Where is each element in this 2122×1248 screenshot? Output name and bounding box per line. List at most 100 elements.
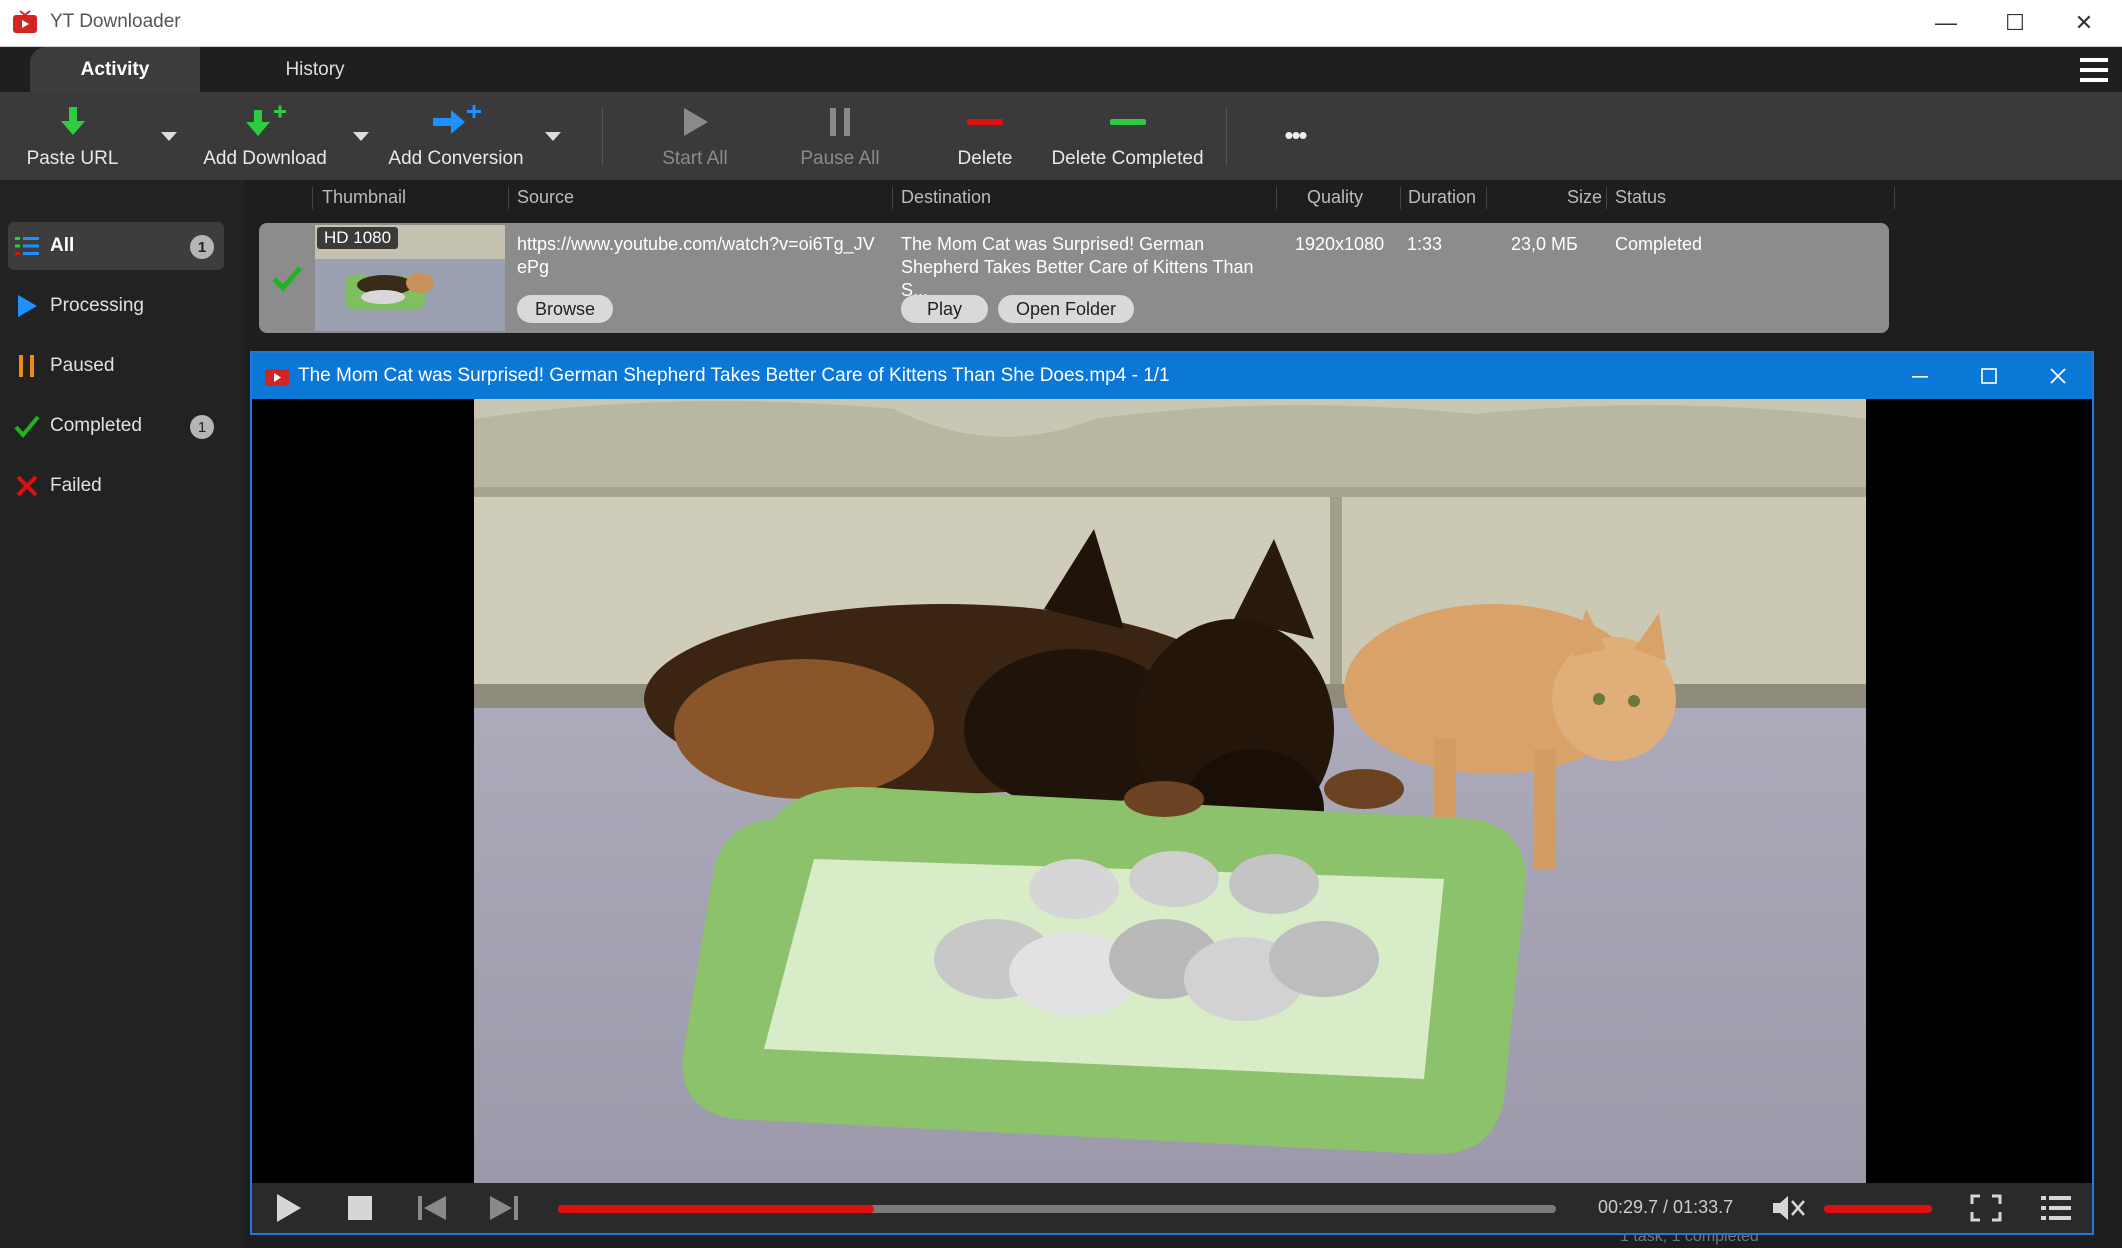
sidebar-item-label: Failed xyxy=(50,475,102,496)
add-conversion-button[interactable]: Add Conversion xyxy=(388,92,524,180)
column-header-destination[interactable]: Destination xyxy=(901,187,991,208)
play-icon xyxy=(18,295,37,317)
delete-completed-icon xyxy=(1109,119,1146,125)
video-thumbnail: HD 1080 xyxy=(315,225,505,331)
close-icon xyxy=(2050,368,2066,384)
sidebar-item-label: Paused xyxy=(50,355,115,376)
seek-bar[interactable] xyxy=(558,1205,1556,1213)
column-divider xyxy=(1486,187,1487,209)
list-icon xyxy=(15,237,39,255)
size-value: 23,0 МБ xyxy=(1511,234,1578,254)
delete-label: Delete xyxy=(957,148,1013,169)
stop-button[interactable] xyxy=(342,1192,378,1224)
destination-line: The Mom Cat was Surprised! German xyxy=(901,234,1205,254)
sidebar-item-failed[interactable]: Failed xyxy=(8,462,224,510)
video-area[interactable] xyxy=(252,399,2092,1183)
column-header-source[interactable]: Source xyxy=(517,187,574,208)
add-download-label: Add Download xyxy=(203,148,327,169)
sidebar-item-paused[interactable]: Paused xyxy=(8,342,224,390)
fullscreen-button[interactable] xyxy=(1968,1192,2004,1224)
stop-icon xyxy=(348,1196,372,1220)
duration-value: 1:33 xyxy=(1407,234,1443,254)
column-header-duration[interactable]: Duration xyxy=(1408,187,1476,208)
quality-badge: HD 1080 xyxy=(317,227,399,249)
sidebar-item-all[interactable]: All 1 xyxy=(8,222,224,270)
toolbar: Paste URL Add Download Add Conversion St… xyxy=(0,92,2122,180)
mute-button[interactable] xyxy=(1770,1192,1806,1224)
sidebar-item-processing[interactable]: Processing xyxy=(8,282,224,330)
pause-all-label: Pause All xyxy=(800,148,880,169)
add-download-button[interactable]: Add Download xyxy=(200,92,330,180)
maximize-icon: ☐ xyxy=(2005,10,2025,35)
column-divider xyxy=(1400,187,1401,209)
toolbar-separator xyxy=(1226,108,1227,166)
column-divider xyxy=(1894,187,1895,209)
add-download-icon xyxy=(246,105,286,136)
table-row[interactable]: HD 1080 https://www.youtube.com/watch?v=… xyxy=(259,223,1889,333)
add-download-dropdown-caret[interactable] xyxy=(353,132,369,141)
app-logo-icon xyxy=(13,10,37,33)
column-divider xyxy=(508,187,509,209)
speaker-muted-icon xyxy=(1773,1196,1805,1220)
skip-previous-icon xyxy=(418,1196,446,1220)
next-button[interactable] xyxy=(486,1192,522,1224)
column-divider xyxy=(312,187,313,209)
previous-button[interactable] xyxy=(414,1192,450,1224)
delete-completed-button[interactable]: Delete Completed xyxy=(1050,92,1205,180)
skip-next-icon xyxy=(490,1196,518,1220)
player-title: The Mom Cat was Surprised! German Shephe… xyxy=(298,365,1170,386)
playlist-button[interactable] xyxy=(2038,1192,2074,1224)
maximize-button[interactable]: ☐ xyxy=(1981,0,2049,46)
column-divider xyxy=(892,187,893,209)
seek-bar-progress xyxy=(558,1205,875,1213)
playlist-icon xyxy=(2041,1196,2071,1220)
play-icon xyxy=(684,108,708,136)
video-player-window: The Mom Cat was Surprised! German Shephe… xyxy=(250,351,2094,1235)
close-button[interactable]: ✕ xyxy=(2050,0,2118,46)
more-options-icon[interactable]: ••• xyxy=(1270,120,1320,150)
player-controls: 00:29.7 / 01:33.7 xyxy=(252,1183,2092,1233)
play-button[interactable]: Play xyxy=(901,295,989,323)
minimize-icon: — xyxy=(1935,10,1957,35)
player-close-button[interactable] xyxy=(2024,353,2092,399)
source-url-line: https://www.youtube.com/watch?v=oi6Tg_JV xyxy=(517,234,875,254)
column-header-thumbnail[interactable]: Thumbnail xyxy=(322,187,406,208)
checkmark-icon xyxy=(272,266,302,292)
play-icon xyxy=(277,1194,301,1222)
add-conversion-label: Add Conversion xyxy=(388,148,524,169)
player-minimize-button[interactable] xyxy=(1886,353,1954,399)
destination-filename: The Mom Cat was Surprised! German Shephe… xyxy=(901,233,1281,302)
source-url: https://www.youtube.com/watch?v=oi6Tg_JV… xyxy=(517,233,887,279)
sidebar-item-completed[interactable]: Completed 1 xyxy=(8,402,224,450)
maximize-icon xyxy=(1981,368,1997,384)
column-header-status[interactable]: Status xyxy=(1615,187,1666,208)
paste-url-dropdown-caret[interactable] xyxy=(161,132,177,141)
start-all-button[interactable]: Start All xyxy=(645,92,745,180)
column-header-quality[interactable]: Quality xyxy=(1307,187,1363,208)
add-conversion-icon xyxy=(433,105,481,134)
source-url-line: ePg xyxy=(517,257,550,277)
column-divider xyxy=(1606,187,1607,209)
video-frame xyxy=(474,399,1866,1183)
sidebar-item-label: Processing xyxy=(50,295,144,316)
volume-slider[interactable] xyxy=(1824,1205,1932,1213)
app-title: YT Downloader xyxy=(50,11,181,32)
player-title-bar: The Mom Cat was Surprised! German Shephe… xyxy=(252,353,2092,399)
tab-history[interactable]: History xyxy=(230,47,400,92)
delete-minus-icon xyxy=(967,119,1003,125)
open-folder-button[interactable]: Open Folder xyxy=(998,295,1135,323)
pause-all-button[interactable]: Pause All xyxy=(790,92,890,180)
play-button[interactable] xyxy=(270,1192,306,1224)
column-header-size[interactable]: Size xyxy=(1567,187,1602,208)
delete-button[interactable]: Delete xyxy=(935,92,1035,180)
minimize-button[interactable]: — xyxy=(1912,0,1980,46)
toolbar-separator xyxy=(602,108,603,166)
tab-activity[interactable]: Activity xyxy=(30,47,200,92)
sidebar: All 1 Processing Paused Completed 1 Fail… xyxy=(0,180,244,1248)
sidebar-item-label: All xyxy=(50,235,75,256)
hamburger-menu-icon[interactable] xyxy=(2078,55,2110,85)
player-maximize-button[interactable] xyxy=(1955,353,2023,399)
browse-button[interactable]: Browse xyxy=(517,295,614,323)
paste-url-button[interactable]: Paste URL xyxy=(20,92,125,180)
add-conversion-dropdown-caret[interactable] xyxy=(545,132,561,141)
